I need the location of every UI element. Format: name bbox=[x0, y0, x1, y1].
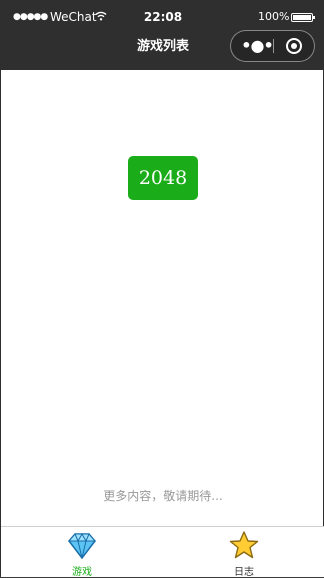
capsule-divider bbox=[273, 39, 274, 53]
top-bar: ●●●●● WeChat 22:08 100% 游戏列表 •●• bbox=[1, 1, 324, 70]
star-icon bbox=[229, 530, 259, 560]
diamond-icon bbox=[67, 530, 97, 560]
tab-logs[interactable]: 日志 bbox=[163, 527, 324, 578]
more-dots-icon[interactable]: •●• bbox=[241, 31, 273, 61]
target-circle-icon[interactable] bbox=[286, 38, 302, 54]
game-2048-button[interactable]: 2048 bbox=[128, 156, 198, 200]
coming-soon-text: 更多内容，敬请期待... bbox=[103, 489, 223, 503]
status-bar: ●●●●● WeChat 22:08 100% bbox=[1, 1, 324, 33]
mini-program-capsule: •●• bbox=[230, 30, 315, 62]
app-frame: ●●●●● WeChat 22:08 100% 游戏列表 •●• 2048 更多… bbox=[0, 0, 324, 578]
tab-games[interactable]: 游戏 bbox=[1, 527, 163, 578]
battery-fill bbox=[293, 15, 311, 20]
tab-bar: 游戏 日志 bbox=[1, 526, 324, 578]
battery-percent: 100% bbox=[258, 10, 290, 23]
battery-icon bbox=[291, 13, 315, 22]
